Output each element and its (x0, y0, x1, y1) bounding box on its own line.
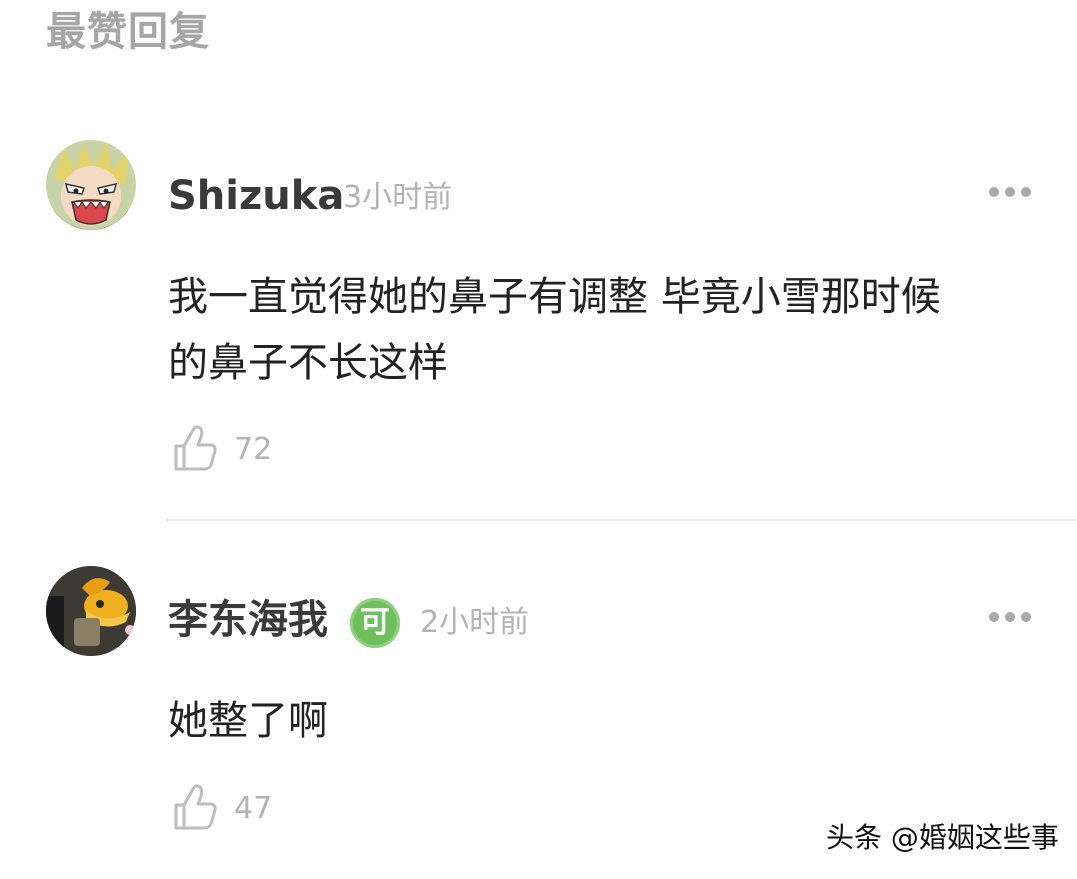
comment-text-line: 我一直觉得她的鼻子有调整 毕竟小雪那时候 (168, 274, 941, 320)
avatar[interactable] (46, 140, 136, 230)
like-count: 47 (234, 791, 273, 826)
username[interactable]: 李东海我 (168, 596, 328, 644)
like-count: 72 (234, 432, 273, 467)
thumbs-up-icon (174, 425, 217, 471)
comment-time: 3小时前 (343, 180, 453, 215)
divider (166, 519, 1077, 521)
comment-text: 她整了啊 (168, 688, 1048, 754)
verified-badge: 可 (350, 598, 400, 648)
comment-time: 2小时前 (420, 605, 530, 640)
more-dots-icon[interactable] (989, 187, 1031, 199)
more-dots-icon[interactable] (989, 612, 1031, 624)
comment-text-line: 她整了啊 (168, 698, 328, 744)
thumbs-up-icon (174, 784, 217, 830)
watermark: 头条 @婚姻这些事 (826, 821, 1059, 854)
section-title: 最赞回复 (46, 9, 210, 55)
username[interactable]: Shizuka (168, 172, 344, 220)
avatar[interactable] (46, 566, 136, 656)
comment-text: 我一直觉得她的鼻子有调整 毕竟小雪那时候 的鼻子不长这样 (168, 264, 1048, 396)
anime-character-avatar-icon (46, 140, 136, 230)
yellow-figure-avatar-icon (46, 566, 136, 656)
comment-text-line: 的鼻子不长这样 (168, 340, 448, 386)
